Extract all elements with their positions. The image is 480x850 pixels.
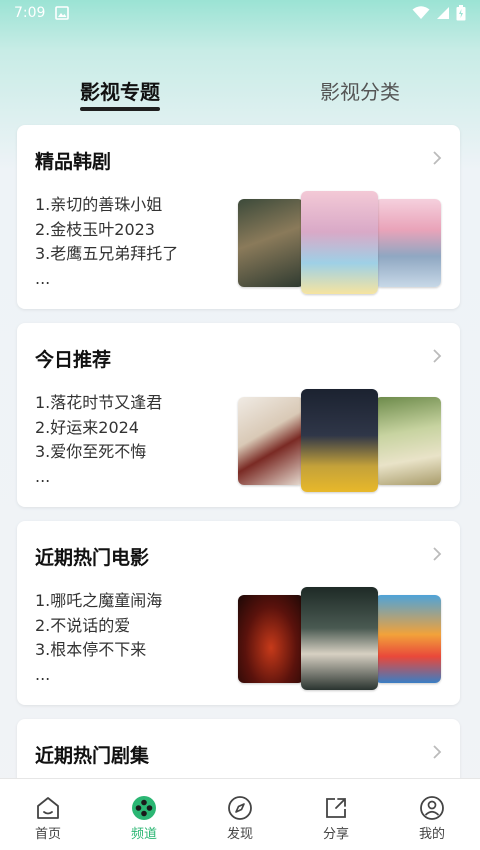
list-item[interactable]: 3.爱你至死不悔 — [35, 440, 162, 465]
list-item[interactable]: 1.哪吒之魔童闹海 — [35, 589, 162, 614]
poster-image[interactable] — [375, 199, 441, 287]
chevron-right-icon[interactable] — [430, 347, 444, 365]
list-item[interactable]: 3.根本停不下来 — [35, 638, 162, 663]
card-today-recommend[interactable]: 今日推荐 1.落花时节又逢君 2.好运来2024 3.爱你至死不悔 ... — [17, 323, 460, 507]
chevron-right-icon[interactable] — [430, 545, 444, 563]
nav-label: 分享 — [322, 827, 349, 842]
poster-image[interactable] — [238, 199, 304, 287]
chevron-right-icon[interactable] — [430, 743, 444, 761]
poster-image[interactable] — [301, 191, 378, 294]
poster-image[interactable] — [301, 587, 378, 690]
status-time: 7:09 — [14, 5, 46, 21]
chevron-right-icon[interactable] — [430, 149, 444, 167]
card-item-list: 1.落花时节又逢君 2.好运来2024 3.爱你至死不悔 ... — [35, 391, 162, 489]
wifi-icon — [412, 6, 430, 19]
channel-icon — [132, 796, 156, 820]
signal-icon — [437, 7, 449, 19]
list-item-more: ... — [35, 466, 51, 486]
nav-discover[interactable]: 发现 — [192, 779, 288, 850]
list-item[interactable]: 2.不说话的爱 — [35, 614, 162, 639]
nav-profile[interactable]: 我的 — [384, 779, 480, 850]
card-title: 近期热门剧集 — [35, 745, 150, 767]
list-item-more: ... — [35, 268, 51, 288]
list-item[interactable]: 1.落花时节又逢君 — [35, 391, 162, 416]
card-hot-movies[interactable]: 近期热门电影 1.哪吒之魔童闹海 2.不说话的爱 3.根本停不下来 ... — [17, 521, 460, 705]
compass-icon — [228, 796, 252, 820]
poster-image[interactable] — [375, 397, 441, 485]
active-tab-indicator — [80, 107, 160, 111]
list-item-more: ... — [35, 664, 51, 684]
gallery-notification-icon — [55, 6, 70, 20]
nav-label: 我的 — [418, 827, 445, 842]
nav-share[interactable]: 分享 — [288, 779, 384, 850]
list-item[interactable]: 2.金枝玉叶2023 — [35, 218, 178, 243]
card-title: 近期热门电影 — [35, 547, 150, 569]
status-bar: 7:09 — [0, 0, 480, 26]
poster-image[interactable] — [238, 397, 304, 485]
card-title: 今日推荐 — [35, 349, 112, 371]
card-title: 精品韩剧 — [35, 151, 112, 173]
topic-tabs: 影视专题 影视分类 — [0, 64, 480, 112]
list-item[interactable]: 1.亲切的善珠小姐 — [35, 193, 178, 218]
battery-icon — [456, 5, 466, 21]
card-item-list: 1.亲切的善珠小姐 2.金枝玉叶2023 3.老鹰五兄弟拜托了 ... — [35, 193, 178, 291]
profile-icon — [420, 796, 444, 820]
nav-channel[interactable]: 频道 — [96, 779, 192, 850]
tab-categories[interactable]: 影视分类 — [320, 76, 400, 105]
tab-topics[interactable]: 影视专题 — [80, 76, 160, 105]
list-item[interactable]: 3.老鹰五兄弟拜托了 — [35, 242, 178, 267]
poster-image[interactable] — [238, 595, 304, 683]
nav-home[interactable]: 首页 — [0, 779, 96, 850]
nav-label: 频道 — [130, 827, 157, 842]
card-item-list: 1.哪吒之魔童闹海 2.不说话的爱 3.根本停不下来 ... — [35, 589, 162, 687]
share-icon — [326, 798, 346, 818]
card-korean-drama[interactable]: 精品韩剧 1.亲切的善珠小姐 2.金枝玉叶2023 3.老鹰五兄弟拜托了 ... — [17, 125, 460, 309]
list-item[interactable]: 2.好运来2024 — [35, 416, 162, 441]
poster-image[interactable] — [375, 595, 441, 683]
home-icon — [37, 797, 59, 819]
nav-label: 首页 — [34, 827, 61, 842]
nav-label: 发现 — [226, 827, 253, 842]
poster-image[interactable] — [301, 389, 378, 492]
bottom-navigation: 首页 频道 发现 分享 我的 — [0, 778, 480, 850]
